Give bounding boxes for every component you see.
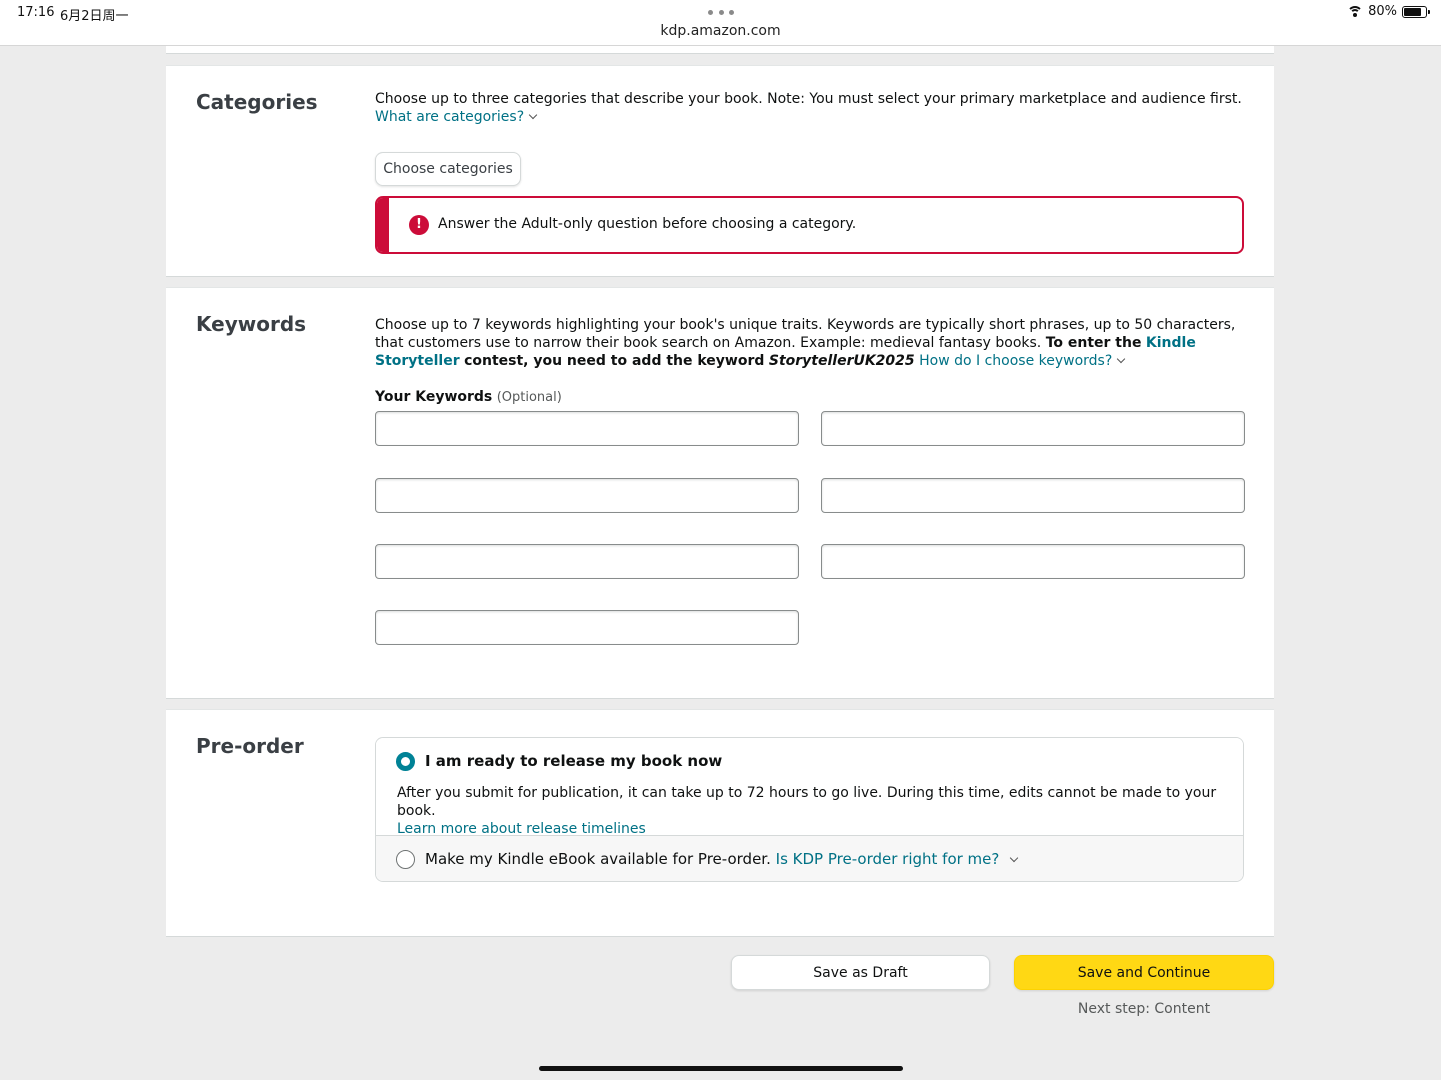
chevron-down-icon: [1117, 354, 1126, 364]
preorder-radio[interactable]: [396, 850, 415, 869]
keyword-input-7[interactable]: [375, 610, 799, 645]
release-now-label: I am ready to release my book now: [425, 752, 723, 770]
status-date: 6月2日周一: [60, 9, 129, 24]
release-now-radio[interactable]: [396, 752, 415, 771]
what-are-categories-link[interactable]: What are categories?: [375, 109, 538, 125]
keywords-label-text: Your Keywords: [375, 389, 493, 405]
address-bar-url[interactable]: kdp.amazon.com: [0, 23, 1441, 39]
release-now-details: After you submit for publication, it can…: [397, 784, 1237, 838]
preorder-option[interactable]: Make my Kindle eBook available for Pre-o…: [376, 835, 1243, 881]
category-error-alert: ! Answer the Adult-only question before …: [375, 196, 1244, 254]
error-message: Answer the Adult-only question before ch…: [438, 216, 857, 232]
chevron-down-icon: [528, 110, 538, 120]
what-are-categories-label: What are categories?: [375, 109, 525, 125]
previous-section-edge: [166, 46, 1274, 54]
categories-description-text: Choose up to three categories that descr…: [375, 91, 1242, 107]
keyword-input-2[interactable]: [821, 411, 1245, 446]
kdp-preorder-link[interactable]: Is KDP Pre-order right for me?: [775, 850, 1019, 868]
release-now-option[interactable]: I am ready to release my book now After …: [376, 738, 1243, 838]
keywords-title: Keywords: [196, 312, 307, 336]
preorder-section: Pre-order I am ready to release my book …: [166, 709, 1274, 937]
wifi-icon: [1347, 5, 1364, 18]
browser-menu-dots-icon[interactable]: [708, 10, 734, 16]
keyword-input-3[interactable]: [375, 478, 799, 513]
battery-icon: [1402, 5, 1430, 18]
status-bar: 17:16 6月2日周一 kdp.amazon.com 80%: [0, 0, 1441, 46]
optional-label: (Optional): [496, 390, 562, 405]
keyword-input-4[interactable]: [821, 478, 1245, 513]
keyword-input-5[interactable]: [375, 544, 799, 579]
contest-keyword: StorytellerUK2025: [768, 353, 915, 369]
choose-categories-button[interactable]: Choose categories: [375, 152, 521, 186]
preorder-label: Make my Kindle eBook available for Pre-o…: [425, 850, 771, 868]
status-indicators: 80%: [1347, 4, 1430, 19]
error-icon: !: [409, 215, 429, 235]
keyword-input-6[interactable]: [821, 544, 1245, 579]
save-as-draft-button[interactable]: Save as Draft: [731, 955, 990, 990]
your-keywords-label: Your Keywords (Optional): [375, 389, 562, 405]
preorder-options: I am ready to release my book now After …: [375, 737, 1244, 882]
contest-text-2: contest, you need to add the keyword: [464, 353, 765, 369]
categories-title: Categories: [196, 90, 318, 114]
home-indicator[interactable]: [539, 1066, 903, 1071]
how-choose-keywords-label: How do I choose keywords?: [919, 353, 1113, 369]
alert-accent-bar: [377, 198, 389, 252]
save-and-continue-button[interactable]: Save and Continue: [1014, 955, 1274, 990]
next-step-text: Next step: Content: [1077, 1001, 1211, 1017]
keyword-input-1[interactable]: [375, 411, 799, 446]
contest-text-1: To enter the: [1045, 335, 1142, 351]
keywords-section: Keywords Choose up to 7 keywords highlig…: [166, 287, 1274, 699]
battery-percent: 80%: [1368, 4, 1397, 19]
chevron-down-icon: [1010, 853, 1019, 863]
status-time: 17:16: [17, 5, 55, 20]
keywords-description: Choose up to 7 keywords highlighting you…: [375, 316, 1250, 370]
categories-description: Choose up to three categories that descr…: [375, 90, 1255, 126]
kdp-preorder-label: Is KDP Pre-order right for me?: [775, 850, 1000, 868]
preorder-option-text: Make my Kindle eBook available for Pre-o…: [425, 850, 1019, 868]
release-now-text: After you submit for publication, it can…: [397, 785, 1217, 819]
preorder-title: Pre-order: [196, 734, 304, 758]
categories-section: Categories Choose up to three categories…: [166, 65, 1274, 277]
how-choose-keywords-link[interactable]: How do I choose keywords?: [919, 353, 1126, 369]
